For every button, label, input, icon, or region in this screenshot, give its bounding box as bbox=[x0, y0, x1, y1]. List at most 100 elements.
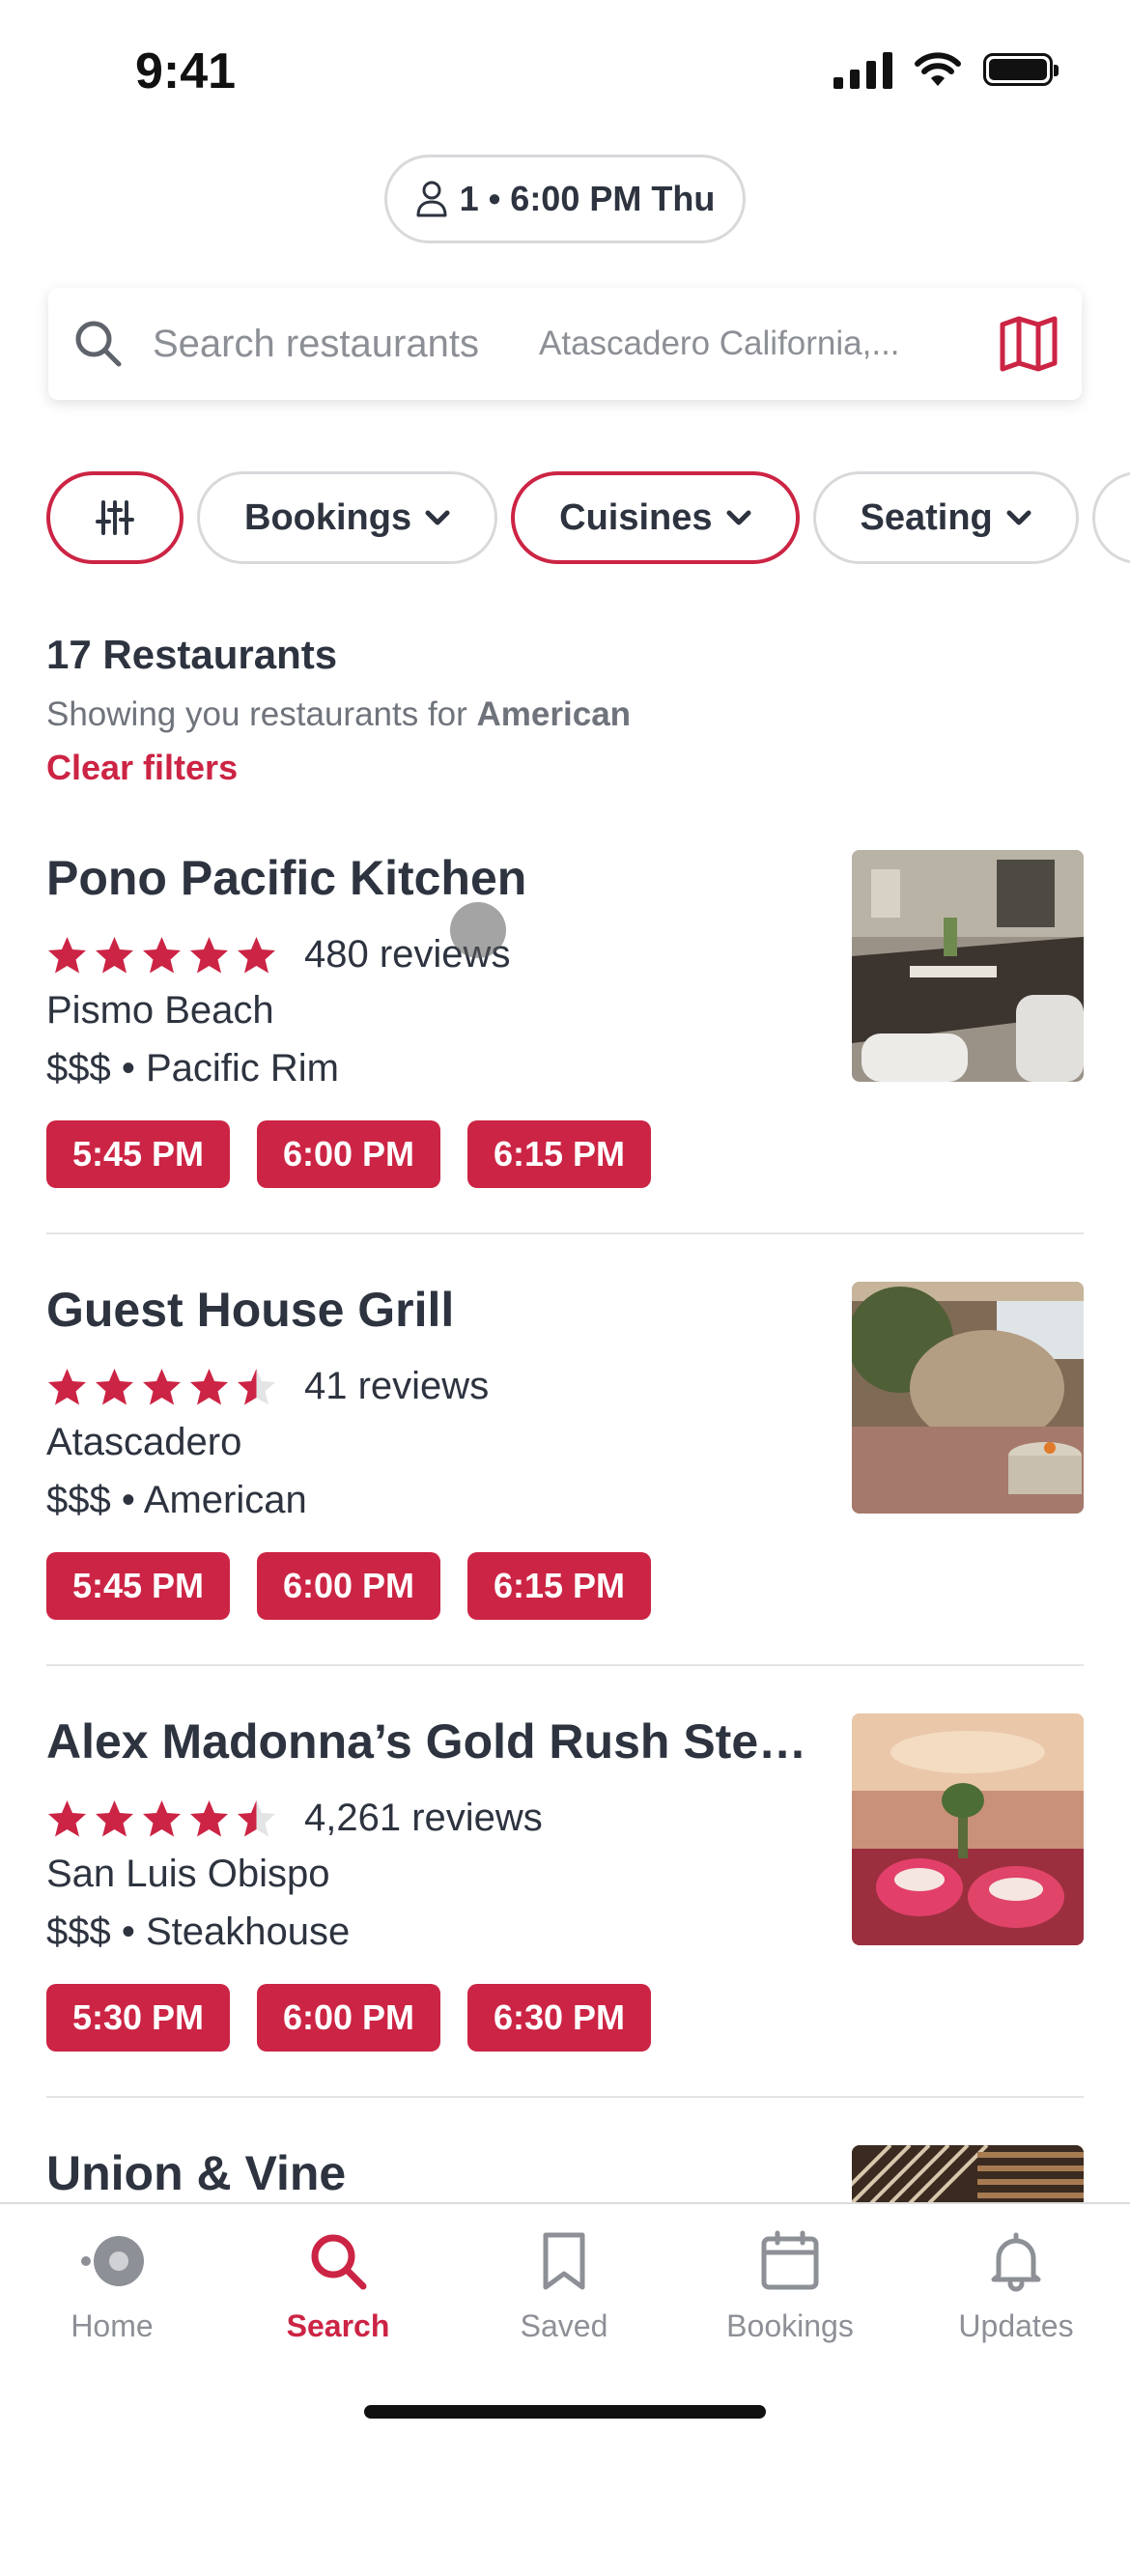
tab-label: Bookings bbox=[726, 2308, 854, 2343]
results-header: 17 Restaurants Showing you restaurants f… bbox=[46, 632, 631, 788]
filter-chip-cuisines[interactable]: Cuisines bbox=[511, 471, 800, 564]
home-indicator bbox=[364, 2405, 766, 2419]
results-description-cuisine: American bbox=[476, 695, 632, 733]
tab-label: Home bbox=[71, 2308, 154, 2343]
search-bar[interactable]: Atascadero California,... bbox=[48, 288, 1082, 400]
restaurant-name[interactable]: Guest House Grill bbox=[46, 1282, 454, 1338]
restaurant-price-cuisine: $$$ • American bbox=[46, 1479, 307, 1521]
filter-chip-seating[interactable]: Seating bbox=[812, 471, 1079, 564]
restaurant-area: San Luis Obispo bbox=[46, 1853, 330, 1895]
tab-bookings[interactable]: Bookings bbox=[693, 2229, 887, 2344]
restaurant-photo[interactable] bbox=[852, 1713, 1084, 1945]
star-icon bbox=[96, 1368, 133, 1404]
restaurant-area: Atascadero bbox=[46, 1421, 242, 1463]
star-icon bbox=[48, 936, 86, 973]
divider bbox=[46, 1232, 1084, 1234]
restaurant-rating: 480 reviews bbox=[46, 933, 510, 977]
star-icon bbox=[143, 936, 181, 973]
time-slot-button[interactable]: 6:15 PM bbox=[467, 1120, 651, 1188]
all-filters-button[interactable] bbox=[46, 471, 184, 564]
cellular-signal-icon bbox=[833, 50, 892, 89]
restaurant-photo[interactable] bbox=[852, 1282, 1084, 1514]
time-slot-button[interactable]: 6:00 PM bbox=[257, 1120, 440, 1188]
time-slot-button[interactable]: 6:00 PM bbox=[257, 1984, 440, 2052]
restaurant-card[interactable]: Guest House Grill 41 reviews Atascadero … bbox=[46, 1282, 1084, 1713]
star-icon bbox=[143, 1799, 181, 1836]
search-icon bbox=[75, 321, 122, 367]
star-icon bbox=[238, 1368, 275, 1404]
sliders-icon bbox=[96, 500, 134, 535]
party-time-label: 1 • 6:00 PM Thu bbox=[459, 179, 716, 218]
status-icons bbox=[833, 50, 1059, 89]
star-icon bbox=[48, 1368, 86, 1404]
restaurant-rating: 4,261 reviews bbox=[46, 1797, 543, 1840]
star-icon bbox=[96, 936, 133, 973]
bookmark-icon bbox=[543, 2232, 585, 2290]
restaurant-name[interactable]: Union & Vine bbox=[46, 2145, 346, 2201]
clear-filters-link[interactable]: Clear filters bbox=[46, 748, 631, 788]
status-time: 9:41 bbox=[135, 43, 237, 99]
star-icon bbox=[190, 936, 228, 973]
restaurant-rating: 41 reviews bbox=[46, 1365, 489, 1408]
results-count: 17 Restaurants bbox=[46, 632, 338, 677]
search-location[interactable]: Atascadero California,... bbox=[539, 325, 945, 363]
restaurant-price-cuisine: $$$ • Steakhouse bbox=[46, 1911, 351, 1953]
review-count: 4,261 reviews bbox=[304, 1797, 543, 1839]
restaurant-card[interactable]: Pono Pacific Kitchen 480 reviews Pismo B… bbox=[46, 850, 1084, 1281]
bell-icon bbox=[991, 2232, 1041, 2292]
time-slot-button[interactable]: 5:45 PM bbox=[46, 1552, 230, 1620]
map-icon[interactable] bbox=[999, 315, 1059, 373]
search-input[interactable] bbox=[153, 322, 539, 366]
results-description: Showing you restaurants for American bbox=[46, 695, 631, 734]
tab-home[interactable]: Home bbox=[15, 2229, 209, 2344]
star-icon bbox=[48, 1799, 86, 1836]
star-icon bbox=[238, 1799, 275, 1836]
restaurant-name[interactable]: Alex Madonna’s Gold Rush Steak... bbox=[46, 1713, 829, 1769]
search-icon bbox=[311, 2234, 367, 2290]
person-icon bbox=[416, 181, 447, 217]
filter-chip-label: Bookings bbox=[244, 496, 412, 538]
star-rating bbox=[46, 1798, 277, 1839]
restaurant-price-cuisine: $$$ • Pacific Rim bbox=[46, 1047, 339, 1090]
status-bar: 9:41 bbox=[0, 0, 1130, 145]
filter-chip-bookings[interactable]: Bookings bbox=[197, 471, 498, 564]
star-rating bbox=[46, 1367, 277, 1407]
time-slot-button[interactable]: 6:15 PM bbox=[467, 1552, 651, 1620]
divider bbox=[46, 2096, 1084, 2098]
time-slot-button[interactable]: 5:30 PM bbox=[46, 1984, 230, 2052]
tab-updates[interactable]: Updates bbox=[919, 2229, 1113, 2344]
divider bbox=[46, 1664, 1084, 1666]
filter-chip-partial[interactable]: P bbox=[1091, 471, 1130, 564]
restaurant-name[interactable]: Pono Pacific Kitchen bbox=[46, 850, 526, 906]
chevron-down-icon bbox=[425, 510, 450, 525]
time-slots: 5:45 PM 6:00 PM 6:15 PM bbox=[46, 1120, 651, 1188]
tab-saved[interactable]: Saved bbox=[467, 2229, 661, 2344]
star-rating bbox=[46, 935, 277, 976]
chevron-down-icon bbox=[1006, 510, 1031, 525]
time-slot-button[interactable]: 6:00 PM bbox=[257, 1552, 440, 1620]
tab-label: Search bbox=[286, 2308, 390, 2343]
wifi-icon bbox=[915, 52, 961, 86]
restaurant-area: Pismo Beach bbox=[46, 989, 274, 1032]
filter-bar: Bookings Cuisines Seating P bbox=[46, 471, 1130, 566]
restaurant-card[interactable]: Alex Madonna’s Gold Rush Steak... 4,261 … bbox=[46, 1713, 1084, 2144]
tab-search[interactable]: Search bbox=[241, 2229, 435, 2344]
calendar-icon bbox=[761, 2230, 819, 2290]
review-count: 41 reviews bbox=[304, 1365, 490, 1407]
star-icon bbox=[96, 1799, 133, 1836]
star-icon bbox=[190, 1799, 228, 1836]
star-icon bbox=[143, 1368, 181, 1404]
time-slots: 5:45 PM 6:00 PM 6:15 PM bbox=[46, 1552, 651, 1620]
party-time-selector[interactable]: 1 • 6:00 PM Thu bbox=[384, 155, 746, 243]
star-icon bbox=[190, 1368, 228, 1404]
restaurant-photo[interactable] bbox=[852, 850, 1084, 1082]
time-slot-button[interactable]: 5:45 PM bbox=[46, 1120, 230, 1188]
time-slot-button[interactable]: 6:30 PM bbox=[467, 1984, 651, 2052]
time-slots: 5:30 PM 6:00 PM 6:30 PM bbox=[46, 1984, 651, 2052]
chevron-down-icon bbox=[726, 510, 751, 525]
filter-chip-label: Seating bbox=[860, 496, 993, 538]
tab-label: Saved bbox=[520, 2308, 608, 2343]
battery-icon bbox=[983, 53, 1059, 86]
star-icon bbox=[238, 936, 275, 973]
touch-indicator bbox=[450, 902, 506, 958]
